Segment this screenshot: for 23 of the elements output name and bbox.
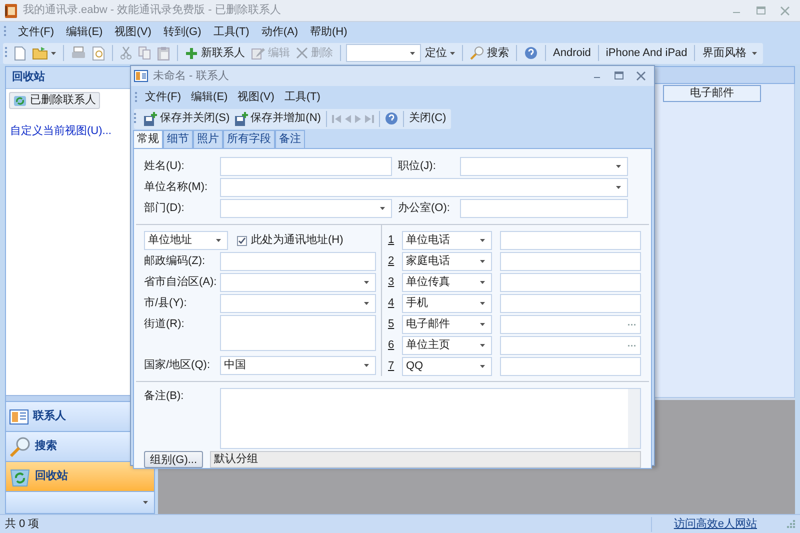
row-number: 1 [388, 233, 396, 248]
field-label: 邮政编码(Z): [144, 254, 206, 269]
field-label: 省市自治区(A): [144, 274, 218, 290]
field-label: 街道(R): [144, 317, 186, 332]
window-title: 我的通讯录.eabw - 效能通讯录免费版 - 已删除联系人 [23, 2, 281, 18]
field-label: 市/县(Y): [144, 296, 188, 311]
field-label: 办公室(O): [398, 200, 451, 216]
group-field: 默认分组 [210, 451, 641, 468]
field-label: 此处为通讯地址(H) [251, 232, 344, 248]
field-label: 姓名(U): [144, 159, 186, 174]
dialog-title: 未命名 - 联系人 [153, 68, 229, 84]
row-number: 2 [388, 254, 396, 270]
row-number: 6 [388, 338, 396, 354]
item-count: 共 0 项 [5, 516, 40, 532]
field-label: 国家/地区(Q): [144, 358, 211, 373]
row-number: 4 [388, 296, 396, 312]
field-label: 备注(B): [144, 388, 185, 404]
row-number: 3 [388, 275, 396, 290]
field-label: 单位名称(M): [144, 180, 209, 196]
row-number: 7 [388, 359, 396, 374]
row-number: 5 [388, 317, 396, 332]
field-label: 部门(D): [144, 200, 186, 216]
field-label: 职位(J): [398, 159, 437, 174]
